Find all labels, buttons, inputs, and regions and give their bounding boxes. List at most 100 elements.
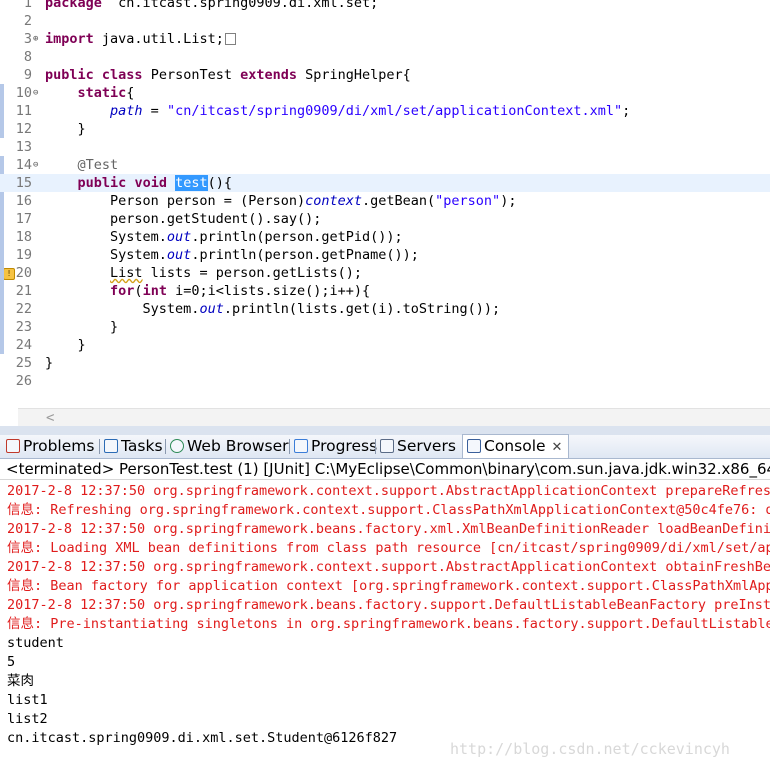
code-line[interactable]: 21 for(int i=0;i<lists.size();i++){	[0, 282, 770, 300]
tab-problems[interactable]: Problems	[6, 435, 94, 458]
code-line[interactable]: 22 System.out.println(lists.get(i).toStr…	[0, 300, 770, 318]
console-log-line: 2017-2-8 12:37:50 org.springframework.be…	[7, 597, 770, 613]
console-output-line: list1	[7, 692, 48, 708]
code-text: System.out.println(person.getPid());	[45, 228, 403, 246]
code-text: person.getStudent().say();	[45, 210, 321, 228]
console-status-line: <terminated> PersonTest.test (1) [JUnit]…	[0, 459, 770, 480]
code-text: System.out.println(person.getPname());	[45, 246, 419, 264]
code-line[interactable]: 26	[0, 372, 770, 390]
code-line[interactable]: 15 public void test(){	[0, 174, 770, 192]
code-editor[interactable]: ! 1 package cn.itcast.spring0909.di.xml.s…	[0, 0, 770, 410]
code-line[interactable]: 12 }	[0, 120, 770, 138]
code-line[interactable]: 10 ⊖ static{	[0, 84, 770, 102]
code-line[interactable]: 8	[0, 48, 770, 66]
console-output-line: 菜肉	[7, 673, 34, 689]
line-number: 25	[15, 355, 32, 371]
console-output[interactable]: 2017-2-8 12:37:50 org.springframework.co…	[0, 482, 770, 770]
line-number: 1	[23, 0, 32, 11]
expand-fold-icon[interactable]: ⊕	[33, 30, 43, 48]
code-token: .println(person.getPname());	[191, 247, 419, 263]
scroll-left-arrow-icon[interactable]: <	[46, 410, 54, 426]
tab-servers[interactable]: Servers	[380, 435, 456, 458]
code-token: class	[101, 67, 143, 83]
tab-tasks[interactable]: Tasks	[104, 435, 163, 458]
collapsed-imports-icon[interactable]	[224, 33, 236, 45]
code-token: List	[110, 265, 143, 281]
code-line[interactable]: 24 }	[0, 336, 770, 354]
code-text: path = "cn/itcast/spring0909/di/xml/set/…	[45, 102, 630, 120]
code-token: @Test	[77, 157, 119, 173]
code-token: =	[142, 103, 167, 119]
code-token: }	[45, 337, 86, 353]
line-number: 10	[15, 85, 32, 101]
code-text: public void test(){	[45, 174, 232, 192]
code-token: out	[166, 229, 192, 245]
code-token: context	[305, 193, 362, 209]
editor-horizontal-scrollbar[interactable]: <	[18, 408, 770, 427]
code-line[interactable]: 11 path = "cn/itcast/spring0909/di/xml/s…	[0, 102, 770, 120]
code-line[interactable]: 9 public class PersonTest extends SpringH…	[0, 66, 770, 84]
line-number: 21	[15, 283, 32, 299]
tab-progress[interactable]: Progress	[294, 435, 377, 458]
code-text: List lists = person.getLists();	[45, 264, 362, 282]
selected-text: test	[175, 175, 208, 191]
watermark: http://blog.csdn.net/cckevincyh	[450, 740, 730, 758]
tab-web-browser[interactable]: Web Browser	[170, 435, 289, 458]
line-number: 18	[15, 229, 32, 245]
collapse-fold-icon[interactable]: ⊖	[33, 156, 43, 174]
collapse-fold-icon[interactable]: ⊖	[33, 84, 43, 102]
code-token: import	[45, 31, 94, 47]
console-log-line: 信息: Pre-instantiating singletons in org.…	[7, 616, 770, 632]
line-number: 9	[23, 67, 32, 83]
console-log-line: 信息: Loading XML bean definitions from cl…	[7, 540, 770, 556]
code-token: }	[45, 121, 86, 137]
line-number: 12	[15, 121, 32, 137]
code-text: @Test	[45, 156, 119, 174]
tab-label: Servers	[397, 437, 456, 455]
code-token: person.getStudent().say();	[45, 211, 322, 227]
line-number: 26	[15, 373, 32, 389]
view-tab-bar: Problems Tasks Web Browser Progress Servers C…	[0, 434, 770, 459]
code-token: Person person = (Person)	[45, 193, 306, 209]
code-text: Person person = (Person)context.getBean(…	[45, 192, 516, 210]
code-line[interactable]: 16 Person person = (Person)context.getBe…	[0, 192, 770, 210]
code-text: static{	[45, 84, 135, 102]
code-line[interactable]: 1 package cn.itcast.spring0909.di.xml.set…	[0, 0, 770, 12]
code-text: for(int i=0;i<lists.size();i++){	[45, 282, 370, 300]
tab-separator	[375, 439, 376, 454]
pane-divider[interactable]	[0, 426, 770, 435]
line-number: 19	[15, 247, 32, 263]
code-text: }	[45, 354, 53, 372]
code-token: .println(person.getPid());	[191, 229, 403, 245]
code-line[interactable]: 20 List lists = person.getLists();	[0, 264, 770, 282]
line-number: 8	[23, 49, 32, 65]
tab-console[interactable]: Console ✕	[462, 434, 570, 458]
code-token: {	[126, 85, 135, 101]
console-output-line: 5	[7, 654, 16, 670]
code-line[interactable]: 23 }	[0, 318, 770, 336]
tab-label: Console	[484, 437, 546, 455]
code-line[interactable]: 2	[0, 12, 770, 30]
code-line[interactable]: 19 System.out.println(person.getPname())…	[0, 246, 770, 264]
code-line[interactable]: 17 person.getStudent().say();	[0, 210, 770, 228]
code-line[interactable]: 13	[0, 138, 770, 156]
code-line[interactable]: 18 System.out.println(person.getPid());	[0, 228, 770, 246]
code-line[interactable]: 14 ⊖ @Test	[0, 156, 770, 174]
code-token: public	[77, 175, 127, 191]
code-text: System.out.println(lists.get(i).toString…	[45, 300, 501, 318]
code-line[interactable]: 3 ⊕ import java.util.List;	[0, 30, 770, 48]
code-token: System.	[45, 247, 167, 263]
line-number: 22	[15, 301, 32, 317]
tab-separator	[165, 439, 166, 454]
close-icon[interactable]: ✕	[552, 440, 563, 455]
code-token: extends	[240, 67, 298, 83]
tasks-icon	[104, 439, 118, 453]
line-number: 3	[23, 31, 32, 47]
code-token: System.	[45, 229, 167, 245]
code-line[interactable]: 25}	[0, 354, 770, 372]
